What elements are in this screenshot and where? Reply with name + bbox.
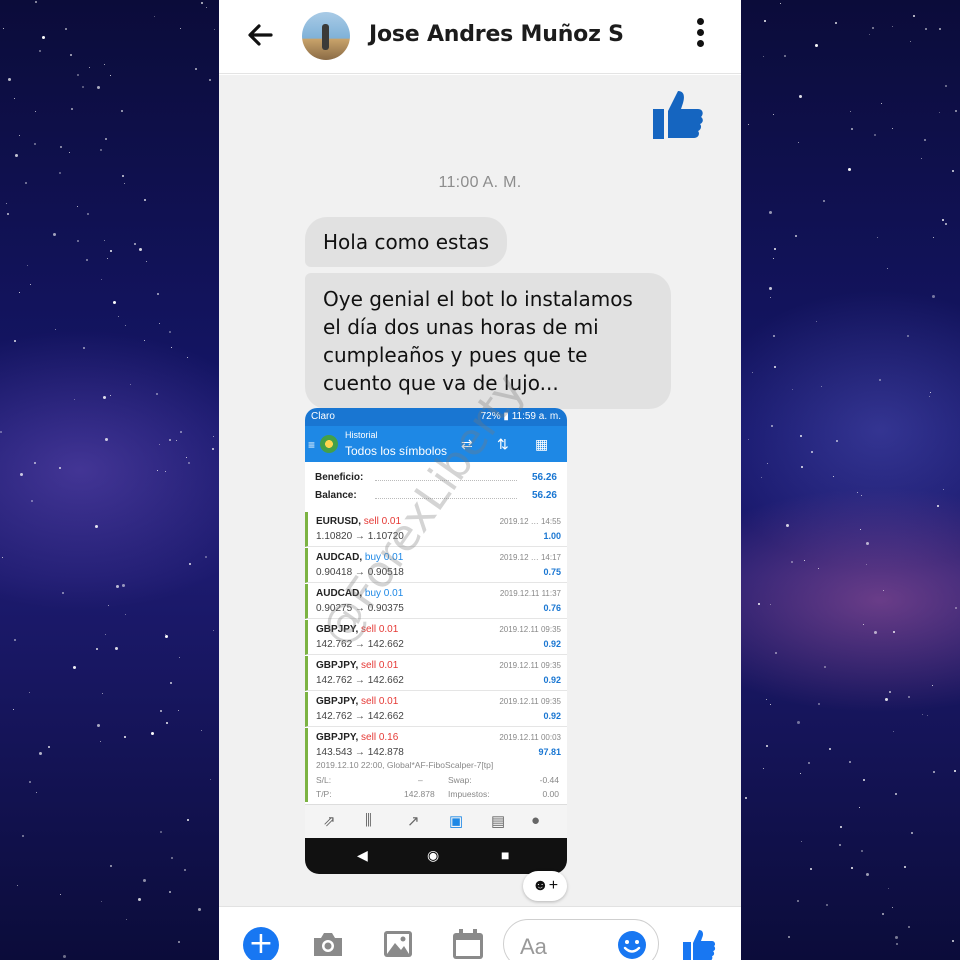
trade-side: sell 0.01 [361,696,399,707]
nav-back-icon: ◀ [357,847,368,863]
received-message[interactable]: Hola como estas [305,217,507,267]
trade-side: sell 0.16 [361,732,399,743]
trade-prices: 142.762 → 142.662 [316,711,404,722]
trade-symbol: GBPJPY, [316,696,359,707]
tp-label: T/P: [316,789,332,799]
history-icon: ▣ [449,813,464,830]
summary-label: Balance: [315,490,357,501]
message-timestamp: 11:00 A. M. [438,174,522,191]
attachment-status-bar: Claro 72% ▮ 11:59 a. m. [305,408,567,426]
trade-profit: 0.92 [543,675,561,685]
nav-recents-icon: ■ [501,847,510,863]
summary-value: 56.26 [531,472,557,483]
summary-label: Beneficio: [315,472,364,483]
status-carrier: Claro [311,411,335,422]
message-thread[interactable]: 11:00 A. M. Hola como estas Oye genial e… [219,75,741,906]
trade-symbol: GBPJPY, [316,732,359,743]
news-icon: ▤ [491,813,506,830]
trade-date: 2019.12.11 09:35 [499,625,561,634]
message-placeholder: Aa [520,934,547,959]
fees-value: 0.00 [542,789,559,799]
quotes-icon: ⇗ [323,813,336,830]
summary-value: 56.26 [531,490,557,501]
nav-home-icon: ◉ [427,847,440,863]
sent-thumbs-up-icon [653,91,703,139]
mt4-bottom-tabs: ⇗ ⫼ ↗ ▣ ▤ ● [305,804,567,838]
trade-date: 2019.12.11 11:37 [499,589,561,598]
sl-value: – [418,775,423,785]
trade-date: 2019.12 … 14:55 [499,517,561,526]
fees-label: Impuestos: [448,789,490,799]
trade-profit: 1.00 [543,531,561,541]
calendar-icon[interactable] [451,927,485,960]
camera-icon[interactable] [311,927,345,960]
trade-prices: 142.762 → 142.662 [316,675,404,686]
emoji-icon[interactable] [616,929,648,960]
trade-row: GBPJPY, sell 0.01 142.762 → 142.662 2019… [305,692,567,727]
chat-icon: ● [531,812,541,829]
trade-profit: 0.92 [543,639,561,649]
conversation-header: Jose Andres Muñoz S [219,0,741,74]
trade-profit: 0.75 [543,567,561,577]
contact-name[interactable]: Jose Andres Muñoz S [369,22,624,47]
trade-date: 2019.12 … 14:17 [499,553,561,562]
swap-label: Swap: [448,775,472,785]
add-reaction-button[interactable]: ☻+ [523,871,567,901]
trade-icon: ↗ [407,813,420,830]
android-nav-bar: ◀ ◉ ■ [305,838,567,874]
app-bar-subtitle: Historial [345,430,378,440]
trade-side: sell 0.01 [361,660,399,671]
trade-date: 2019.12.11 00:03 [499,733,561,742]
menu-icon: ≡ [308,438,316,452]
back-arrow-icon[interactable] [245,20,275,50]
app-logo [320,435,338,453]
trade-detail: 2019.12.10 22:00, Global*AF-FiboScalper-… [305,758,567,802]
tp-value: 142.878 [404,789,435,799]
sl-label: S/L: [316,775,332,785]
trade-date: 2019.12.11 09:35 [499,697,561,706]
image-icon[interactable] [381,927,415,960]
avatar[interactable] [302,12,350,60]
composer-bar: + Aa [219,906,741,960]
swap-value: -0.44 [539,775,559,785]
messenger-screen: Jose Andres Muñoz S 11:00 A. M. Hola com… [219,0,741,960]
trade-prices: 143.543 → 142.878 [316,747,404,758]
trade-profit: 0.92 [543,711,561,721]
trade-symbol: GBPJPY, [316,660,359,671]
trade-comment: 2019.12.10 22:00, Global*AF-FiboScalper-… [316,760,494,770]
trade-profit: 97.81 [538,747,561,757]
thumbs-up-icon[interactable] [681,927,717,960]
trade-date: 2019.12.11 09:35 [499,661,561,670]
trade-symbol: EURUSD, [316,516,362,527]
chart-candles-icon: ⫼ [365,812,372,829]
calendar-icon: ▦ [535,436,549,452]
trade-row: GBPJPY, sell 0.01 142.762 → 142.662 2019… [305,656,567,691]
trade-profit: 0.76 [543,603,561,613]
plus-icon[interactable]: + [243,927,279,960]
more-vertical-icon[interactable] [693,18,707,52]
